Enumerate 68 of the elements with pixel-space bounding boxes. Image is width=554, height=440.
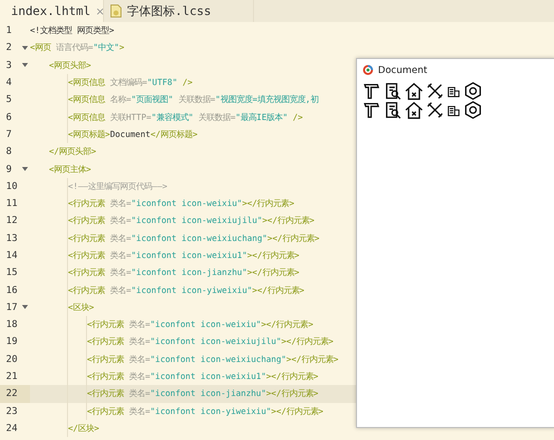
code-line: <网页信息 名称="页面视图" 关联数据="视图宽度=填充视图宽度,初 <box>68 94 318 106</box>
line-number: 9 <box>6 164 13 175</box>
fold-caret-icon[interactable] <box>22 304 28 310</box>
code-line: <网页信息 文档编码="UTF8" /> <box>68 77 193 88</box>
file-tab[interactable]: index.lhtml × <box>0 0 104 22</box>
line-number: 5 <box>6 94 13 106</box>
code-line: <网页主体> <box>49 164 92 175</box>
line-number: 22 <box>6 388 18 400</box>
code-line: <行内元素 类名="iconfont icon-weixiuchang"></行内元素> <box>68 232 320 244</box>
file-icon <box>110 4 122 18</box>
house-tools-icon <box>405 100 423 118</box>
tools-icon <box>426 82 444 100</box>
document-search-icon <box>384 82 402 100</box>
code-line: <行内元素 类名="iconfont icon-jianzhu"></行内元素> <box>68 267 300 278</box>
code-line: <行内元素 类名="iconfont icon-weixiu1"></行内元素> <box>68 250 300 261</box>
code-line: <网页 语言代码="中文"> <box>30 42 124 54</box>
line-number: 1 <box>6 25 13 36</box>
code-line: <区块> <box>68 302 94 313</box>
fold-caret-icon[interactable] <box>22 166 28 172</box>
code-line: <行内元素 类名="iconfont icon-jianzhu"></行内元素> <box>87 388 318 400</box>
line-number: 19 <box>6 336 18 348</box>
line-number: 7 <box>6 128 13 140</box>
code-line: <行内元素 类名="iconfont icon-weixiu"></行内元素> <box>87 319 314 330</box>
code-line: <!文档类型 网页类型> <box>30 25 114 36</box>
line-number: 16 <box>6 284 18 296</box>
code-line: <行内元素 类名="iconfont icon-yiweixiu"></行内元素> <box>68 284 304 296</box>
tab-label: index.lhtml <box>11 4 90 18</box>
line-number: 21 <box>6 371 18 382</box>
window-title: Document <box>378 64 428 76</box>
line-number: 23 <box>6 406 18 417</box>
line-number: 2 <box>6 42 13 54</box>
code-line: <!——这里编写网页代码——> <box>68 180 168 192</box>
code-line: <行内元素 类名="iconfont icon-yiweixiu"></行内元素> <box>87 406 324 417</box>
hammer-icon <box>363 100 381 118</box>
browser-logo-icon <box>363 65 373 75</box>
line-number: 11 <box>6 198 18 210</box>
hex-nut-icon <box>464 100 482 118</box>
document-search-icon <box>384 100 402 118</box>
house-tools-icon <box>405 82 423 100</box>
line-number: 18 <box>6 319 18 330</box>
line-number: 12 <box>6 215 18 226</box>
code-line: <行内元素 类名="iconfont icon-weixiu1"></行内元素> <box>87 371 318 382</box>
code-line: <网页标题>Document</网页标题> <box>68 128 198 140</box>
line-number: 14 <box>6 250 18 261</box>
code-line: <行内元素 类名="iconfont icon-weixiuchang"></行内元素> <box>87 354 338 365</box>
line-number: 10 <box>6 180 18 192</box>
code-line: <行内元素 类名="iconfont icon-weixiujilu"></行内元素> <box>87 336 334 348</box>
line-number: 17 <box>6 302 18 313</box>
code-line: </网页头部> <box>49 146 96 158</box>
fold-caret-icon[interactable] <box>22 62 28 68</box>
code-line: <网页头部> <box>49 60 92 71</box>
line-number: 13 <box>6 232 18 244</box>
line-number: 24 <box>6 422 18 434</box>
line-number: 8 <box>6 146 13 158</box>
tools-icon <box>426 100 444 118</box>
code-line: <行内元素 类名="iconfont icon-weixiu"></行内元素> <box>68 198 294 210</box>
line-number: 6 <box>6 112 13 123</box>
tab-label: 字体图标.lcss <box>127 2 212 20</box>
line-number: 15 <box>6 267 18 278</box>
hammer-icon <box>363 82 381 100</box>
line-number: 4 <box>6 77 13 88</box>
code-line: <行内元素 类名="iconfont icon-weixiujilu"></行内元素> <box>68 215 314 226</box>
hex-nut-icon <box>464 82 482 100</box>
code-line: <网页信息 关联HTTP="兼容模式" 关联数据="最高IE版本" /> <box>68 112 303 123</box>
fold-caret-icon[interactable] <box>22 44 28 51</box>
line-number: 20 <box>6 354 18 365</box>
code-line: </区块> <box>68 422 100 434</box>
line-number: 3 <box>6 60 13 71</box>
